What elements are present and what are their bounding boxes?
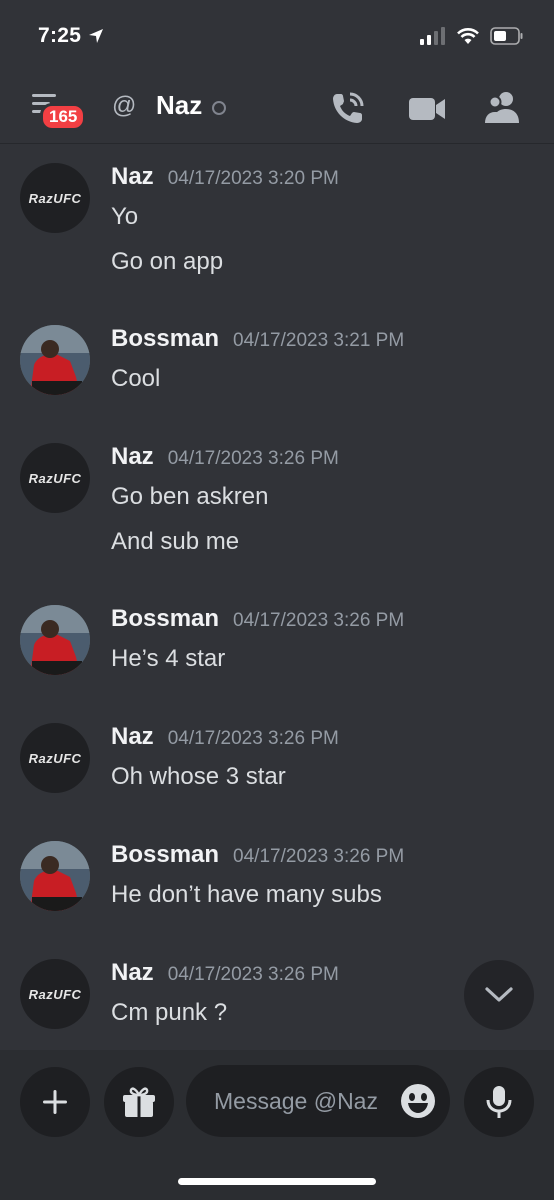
clock: 7:25 <box>38 24 82 47</box>
emoji-icon[interactable] <box>400 1083 436 1119</box>
avatar[interactable] <box>20 841 90 911</box>
at-symbol: @ <box>112 92 137 119</box>
video-call-icon[interactable] <box>408 90 446 126</box>
message-composer <box>0 1050 554 1200</box>
avatar-logo-text: RazUFC <box>28 750 82 766</box>
battery-icon <box>490 27 523 45</box>
jump-to-latest-button[interactable] <box>464 960 534 1030</box>
avatar[interactable] <box>20 325 90 395</box>
message-text: Cm punk ? <box>111 999 228 1026</box>
avatar-logo-text: RazUFC <box>28 190 82 206</box>
message-input-container[interactable] <box>186 1065 450 1137</box>
message-text: He don’t have many subs <box>111 881 382 908</box>
voice-message-button[interactable] <box>464 1067 534 1137</box>
message-text: Go ben askren <box>111 483 269 510</box>
wifi-icon <box>457 28 479 44</box>
message-author[interactable]: Bossman 04/17/2023 3:26 PM <box>111 841 404 869</box>
message-timestamp: 04/17/2023 3:21 PM <box>233 330 405 351</box>
message-timestamp: 04/17/2023 3:26 PM <box>167 448 339 469</box>
message-timestamp: 04/17/2023 3:26 PM <box>167 728 339 749</box>
call-icon[interactable] <box>330 90 366 126</box>
message-text: He’s 4 star <box>111 645 226 672</box>
message-author[interactable]: Naz 04/17/2023 3:26 PM <box>111 723 339 751</box>
avatar[interactable]: RazUFC <box>20 163 90 233</box>
message-text: Oh whose 3 star <box>111 763 286 790</box>
microphone-icon <box>486 1086 512 1118</box>
channel-name[interactable]: Naz <box>156 90 202 121</box>
message-timestamp: 04/17/2023 3:26 PM <box>167 964 339 985</box>
message-timestamp: 04/17/2023 3:26 PM <box>233 610 405 631</box>
message-text: Yo <box>111 203 139 230</box>
message-author[interactable]: Naz 04/17/2023 3:26 PM <box>111 443 339 471</box>
message-author[interactable]: Naz 04/17/2023 3:20 PM <box>111 163 339 191</box>
location-arrow-icon <box>89 29 104 43</box>
avatar-photo <box>20 841 90 911</box>
avatar-photo <box>20 325 90 395</box>
message-input[interactable] <box>212 1086 394 1116</box>
message-text: Cool <box>111 365 161 392</box>
message-author[interactable]: Bossman 04/17/2023 3:26 PM <box>111 605 404 633</box>
message-list[interactable]: RazUFC Naz 04/17/2023 3:20 PM Yo Go on ap… <box>0 145 554 1050</box>
message-timestamp: 04/17/2023 3:20 PM <box>167 168 339 189</box>
channel-header: 165 @ Naz <box>0 72 554 144</box>
gift-button[interactable] <box>104 1067 174 1137</box>
gift-icon <box>123 1087 155 1117</box>
avatar[interactable]: RazUFC <box>20 443 90 513</box>
message-author[interactable]: Bossman 04/17/2023 3:21 PM <box>111 325 404 353</box>
avatar-logo-text: RazUFC <box>28 986 82 1002</box>
status-bar: 7:25 <box>0 0 554 72</box>
message-text: Go on app <box>111 248 224 275</box>
unread-badge: 165 <box>40 103 87 131</box>
home-indicator <box>178 1178 376 1185</box>
menu-button[interactable]: 165 <box>28 90 87 131</box>
member-list-icon[interactable] <box>484 90 522 126</box>
offline-status-icon <box>212 101 226 115</box>
avatar-photo <box>20 605 90 675</box>
avatar-logo-text: RazUFC <box>28 470 82 486</box>
plus-icon <box>43 1090 67 1114</box>
signal-icon <box>420 27 445 45</box>
message-timestamp: 04/17/2023 3:26 PM <box>233 846 405 867</box>
message-author[interactable]: Naz 04/17/2023 3:26 PM <box>111 959 339 987</box>
status-time: 7:25 <box>38 24 105 48</box>
chevron-down-icon <box>485 987 513 1002</box>
message-text: And sub me <box>111 528 240 555</box>
avatar[interactable]: RazUFC <box>20 723 90 793</box>
avatar[interactable] <box>20 605 90 675</box>
add-attachment-button[interactable] <box>20 1067 90 1137</box>
avatar[interactable]: RazUFC <box>20 959 90 1029</box>
